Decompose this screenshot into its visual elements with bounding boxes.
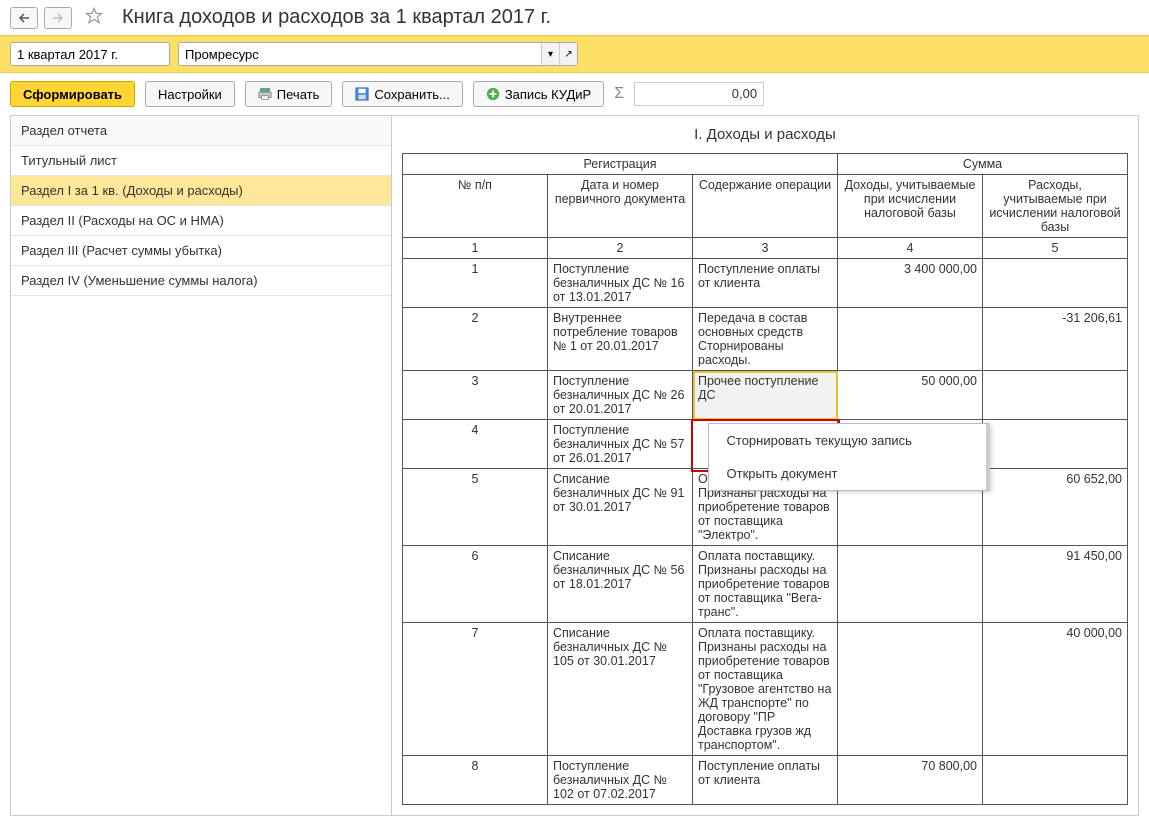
context-open-document[interactable]: Открыть документ xyxy=(709,457,986,490)
cell-number[interactable]: 1 xyxy=(403,259,548,308)
header-sub-1: 1 xyxy=(403,238,548,259)
arrow-left-icon xyxy=(18,13,30,23)
arrow-right-icon xyxy=(52,13,64,23)
cell-expense[interactable]: 40 000,00 xyxy=(983,623,1128,756)
record-kudir-button[interactable]: Запись КУДиР xyxy=(473,81,604,107)
sigma-icon: Σ xyxy=(614,85,624,103)
cell-expense[interactable] xyxy=(983,420,1128,469)
header-sub-4: 4 xyxy=(838,238,983,259)
report-sections-sidebar: Раздел отчета Титульный листРаздел I за … xyxy=(10,115,392,816)
sum-amount-display: 0,00 xyxy=(634,82,764,106)
organization-input[interactable] xyxy=(179,47,541,62)
cell-number[interactable]: 7 xyxy=(403,623,548,756)
table-row[interactable]: 8Поступление безналичных ДС № 102 от 07.… xyxy=(403,756,1128,805)
cell-income[interactable] xyxy=(838,546,983,623)
print-button[interactable]: Печать xyxy=(245,81,333,107)
header-sub-5: 5 xyxy=(983,238,1128,259)
sidebar-item-4[interactable]: Раздел IV (Уменьшение суммы налога) xyxy=(11,266,391,296)
cell-income[interactable]: 50 000,00 xyxy=(838,371,983,420)
cell-number[interactable]: 6 xyxy=(403,546,548,623)
sidebar-item-3[interactable]: Раздел III (Расчет суммы убытка) xyxy=(11,236,391,266)
context-menu: Сторнировать текущую запись Открыть доку… xyxy=(708,423,990,491)
sidebar-header: Раздел отчета xyxy=(11,116,391,146)
period-input[interactable] xyxy=(11,47,199,62)
header-group-sum: Сумма xyxy=(838,154,1128,175)
cell-number[interactable]: 8 xyxy=(403,756,548,805)
table-row[interactable]: 1Поступление безналичных ДС № 16 от 13.0… xyxy=(403,259,1128,308)
context-reverse-entry[interactable]: Сторнировать текущую запись xyxy=(709,424,986,457)
diskette-icon xyxy=(355,87,369,101)
cell-income[interactable] xyxy=(838,623,983,756)
header-group-registration: Регистрация xyxy=(403,154,838,175)
cell-expense[interactable]: 60 652,00 xyxy=(983,469,1128,546)
cell-document[interactable]: Внутреннее потребление товаров № 1 от 20… xyxy=(548,308,693,371)
cell-operation[interactable]: Прочее поступление ДС xyxy=(693,371,838,420)
cell-expense[interactable] xyxy=(983,756,1128,805)
cell-operation[interactable]: Поступление оплаты от клиента xyxy=(693,259,838,308)
cell-operation[interactable]: Оплата поставщику. Признаны расходы на п… xyxy=(693,546,838,623)
cell-number[interactable]: 2 xyxy=(403,308,548,371)
cell-document[interactable]: Поступление безналичных ДС № 102 от 07.0… xyxy=(548,756,693,805)
plus-icon xyxy=(486,87,500,101)
cell-document[interactable]: Списание безналичных ДС № 56 от 18.01.20… xyxy=(548,546,693,623)
cell-number[interactable]: 3 xyxy=(403,371,548,420)
period-field[interactable]: ... xyxy=(10,42,170,66)
cell-document[interactable]: Поступление безналичных ДС № 26 от 20.01… xyxy=(548,371,693,420)
organization-field[interactable]: ▾ ↗ xyxy=(178,42,578,66)
organization-open-button[interactable]: ↗ xyxy=(559,43,577,65)
cell-income[interactable]: 3 400 000,00 xyxy=(838,259,983,308)
cell-document[interactable]: Поступление безналичных ДС № 57 от 26.01… xyxy=(548,420,693,469)
page-title: Книга доходов и расходов за 1 квартал 20… xyxy=(122,6,551,29)
cell-expense[interactable] xyxy=(983,259,1128,308)
settings-button[interactable]: Настройки xyxy=(145,81,235,107)
cell-income[interactable] xyxy=(838,308,983,371)
form-report-button[interactable]: Сформировать xyxy=(10,81,135,107)
nav-forward-button[interactable] xyxy=(44,7,72,29)
header-income: Доходы, учитываемые при исчислении налог… xyxy=(838,175,983,238)
cell-number[interactable]: 5 xyxy=(403,469,548,546)
cell-number[interactable]: 4 xyxy=(403,420,548,469)
header-sub-2: 2 xyxy=(548,238,693,259)
report-section-title: I. Доходы и расходы xyxy=(392,116,1138,153)
cell-operation[interactable]: Передача в состав основных средств Сторн… xyxy=(693,308,838,371)
table-row[interactable]: 3Поступление безналичных ДС № 26 от 20.0… xyxy=(403,371,1128,420)
table-row[interactable]: 6Списание безналичных ДС № 56 от 18.01.2… xyxy=(403,546,1128,623)
cell-document[interactable]: Списание безналичных ДС № 105 от 30.01.2… xyxy=(548,623,693,756)
cell-expense[interactable]: 91 450,00 xyxy=(983,546,1128,623)
cell-income[interactable]: 70 800,00 xyxy=(838,756,983,805)
header-operation: Содержание операции xyxy=(693,175,838,238)
cell-document[interactable]: Списание безналичных ДС № 91 от 30.01.20… xyxy=(548,469,693,546)
header-expense: Расходы, учитываемые при исчислении нало… xyxy=(983,175,1128,238)
cell-expense[interactable] xyxy=(983,371,1128,420)
table-row[interactable]: 2Внутреннее потребление товаров № 1 от 2… xyxy=(403,308,1128,371)
favorite-star-icon[interactable] xyxy=(84,6,104,29)
report-area: I. Доходы и расходы Регистрация Сумма № … xyxy=(392,115,1139,816)
printer-icon xyxy=(258,87,272,101)
table-row[interactable]: 7Списание безналичных ДС № 105 от 30.01.… xyxy=(403,623,1128,756)
nav-back-button[interactable] xyxy=(10,7,38,29)
save-button[interactable]: Сохранить... xyxy=(342,81,462,107)
cell-operation[interactable]: Поступление оплаты от клиента xyxy=(693,756,838,805)
cell-expense[interactable]: -31 206,61 xyxy=(983,308,1128,371)
organization-dropdown-button[interactable]: ▾ xyxy=(541,43,559,65)
sidebar-item-1[interactable]: Раздел I за 1 кв. (Доходы и расходы) xyxy=(11,176,391,206)
cell-document[interactable]: Поступление безналичных ДС № 16 от 13.01… xyxy=(548,259,693,308)
header-sub-3: 3 xyxy=(693,238,838,259)
header-number: № п/п xyxy=(403,175,548,238)
cell-operation[interactable]: Оплата поставщику. Признаны расходы на п… xyxy=(693,623,838,756)
header-document: Дата и номер первичного документа xyxy=(548,175,693,238)
sidebar-item-0[interactable]: Титульный лист xyxy=(11,146,391,176)
sidebar-item-2[interactable]: Раздел II (Расходы на ОС и НМА) xyxy=(11,206,391,236)
